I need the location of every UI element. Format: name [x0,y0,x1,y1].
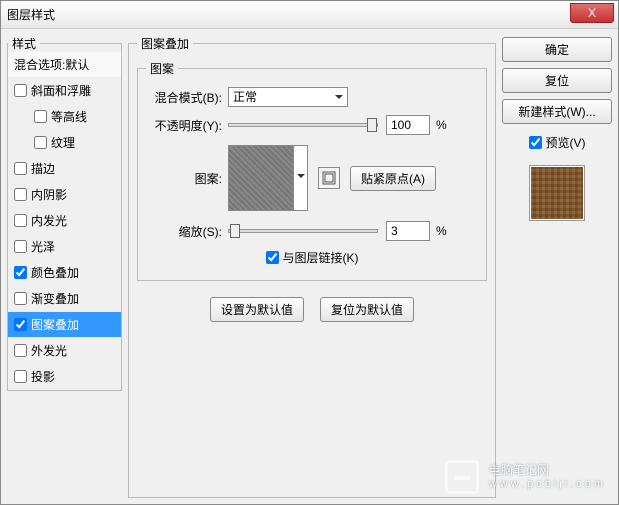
style-item[interactable]: 图案叠加 [8,312,121,338]
style-item[interactable]: 外发光 [8,338,121,364]
style-checkbox[interactable] [14,162,27,175]
style-item[interactable]: 内阴影 [8,182,121,208]
style-checkbox[interactable] [14,266,27,279]
dialog-title: 图层样式 [7,6,55,23]
scale-input[interactable] [386,221,430,241]
style-item[interactable]: 描边 [8,156,121,182]
pattern-dropdown-icon[interactable] [293,146,307,210]
style-item-label: 外发光 [31,342,67,359]
style-item[interactable]: 纹理 [8,130,121,156]
scale-slider[interactable] [228,229,378,233]
style-item-label: 颜色叠加 [31,264,79,281]
style-item-label: 光泽 [31,238,55,255]
snap-origin-button[interactable]: 贴紧原点(A) [350,166,436,191]
style-item-label: 图案叠加 [31,316,79,333]
styles-panel: 样式 混合选项:默认 斜面和浮雕等高线纹理描边内阴影内发光光泽颜色叠加渐变叠加图… [7,35,122,498]
style-item[interactable]: 渐变叠加 [8,286,121,312]
styles-legend: 样式 [8,35,40,52]
style-checkbox[interactable] [34,110,47,123]
style-item[interactable]: 斜面和浮雕 [8,78,121,104]
reset-button[interactable]: 复位 [502,68,612,93]
style-item-label: 等高线 [51,108,87,125]
pattern-swatch [229,146,293,210]
ok-button[interactable]: 确定 [502,37,612,62]
scale-unit: % [436,224,447,238]
style-item[interactable]: 投影 [8,364,121,390]
style-item-label: 投影 [31,368,55,385]
style-item-label: 渐变叠加 [31,290,79,307]
style-checkbox[interactable] [14,188,27,201]
opacity-slider[interactable] [228,123,378,127]
style-item[interactable]: 颜色叠加 [8,260,121,286]
reset-default-button[interactable]: 复位为默认值 [320,297,414,322]
preview-checkbox[interactable] [529,136,542,149]
scale-label: 缩放(S): [146,223,222,240]
style-checkbox[interactable] [14,84,27,97]
new-style-button[interactable]: 新建样式(W)... [502,99,612,124]
layer-style-dialog: 图层样式 X 样式 混合选项:默认 斜面和浮雕等高线纹理描边内阴影内发光光泽颜色… [0,0,619,505]
action-panel: 确定 复位 新建样式(W)... 预览(V) [502,35,612,498]
style-item-label: 内阴影 [31,186,67,203]
opacity-unit: % [436,118,447,132]
style-checkbox[interactable] [34,136,47,149]
style-item-label: 内发光 [31,212,67,229]
blend-mode-select[interactable]: 正常 [228,87,348,107]
pattern-picker[interactable] [228,145,308,211]
style-checkbox[interactable] [14,240,27,253]
style-item-label: 纹理 [51,134,75,151]
style-item[interactable]: 内发光 [8,208,121,234]
style-checkbox[interactable] [14,214,27,227]
blend-mode-label: 混合模式(B): [146,89,222,106]
opacity-label: 不透明度(Y): [146,117,222,134]
make-default-button[interactable]: 设置为默认值 [210,297,304,322]
options-panel: 图案叠加 图案 混合模式(B): 正常 不透明度(Y): % 图案: [128,35,496,498]
style-item-label: 描边 [31,160,55,177]
pattern-label: 图案: [146,170,222,187]
link-with-layer-label: 与图层链接(K) [283,249,359,266]
style-checkbox[interactable] [14,370,27,383]
options-legend: 图案叠加 [137,35,193,52]
link-with-layer-checkbox[interactable] [266,251,279,264]
style-checkbox[interactable] [14,318,27,331]
opacity-input[interactable] [386,115,430,135]
close-button[interactable]: X [570,3,614,23]
style-item[interactable]: 等高线 [8,104,121,130]
blend-options-header[interactable]: 混合选项:默认 [8,52,121,78]
pattern-legend: 图案 [146,60,178,77]
style-checkbox[interactable] [14,292,27,305]
new-preset-button[interactable] [318,167,340,189]
titlebar: 图层样式 X [1,1,618,29]
style-checkbox[interactable] [14,344,27,357]
preview-label: 预览(V) [546,134,586,151]
preview-swatch [529,165,585,221]
style-item-label: 斜面和浮雕 [31,82,91,99]
style-item[interactable]: 光泽 [8,234,121,260]
